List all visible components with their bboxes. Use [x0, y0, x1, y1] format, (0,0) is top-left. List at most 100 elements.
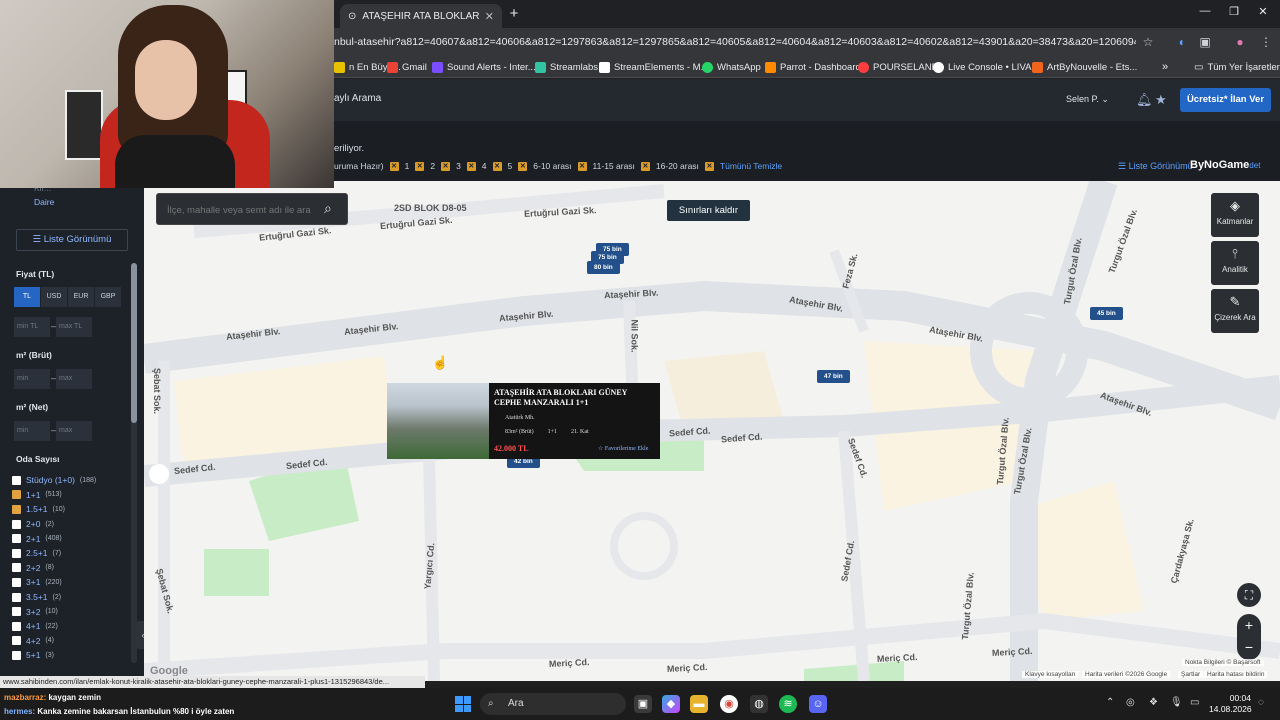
bookmark-item[interactable]: StreamElements - M...	[599, 59, 709, 75]
bookmark-item[interactable]: Gmail	[387, 59, 427, 75]
list-view-button[interactable]: ☰ Liste Görünümü	[16, 229, 128, 251]
taskbar-search[interactable]: ⌕ Ara	[480, 693, 626, 715]
price-min-input[interactable]: min TL	[14, 317, 50, 337]
copilot-icon[interactable]: ◆	[662, 695, 680, 713]
checkbox[interactable]	[12, 636, 21, 646]
remove-bounds-button[interactable]: Sınırları kaldır	[667, 200, 750, 221]
room-option[interactable]: 5+1 (3)	[12, 648, 96, 663]
price-pin[interactable]: 45 bin	[1090, 307, 1123, 320]
currency-eur[interactable]: EUR	[68, 287, 94, 307]
currency-usd[interactable]: USD	[41, 287, 67, 307]
url-field[interactable]: nbul-atasehir?a812=40607&a812=40606&a812…	[334, 32, 1136, 52]
remove-chip-icon[interactable]: ✕	[640, 161, 650, 171]
task-view-icon[interactable]: ▣	[634, 695, 652, 713]
remove-chip-icon[interactable]: ✕	[492, 161, 502, 171]
add-favorite-link[interactable]: ☆ Favorilerime Ekle	[598, 445, 648, 452]
list-view-toggle[interactable]: ☰ Liste Görünümü	[1118, 161, 1193, 172]
bookmark-star-icon[interactable]: ☆	[1140, 34, 1156, 50]
listing-photo[interactable]	[387, 383, 489, 459]
listing-title[interactable]: ATAŞEHİR ATA BLOKLARI GÜNEY CEPHE MANZAR…	[494, 388, 654, 408]
checkbox[interactable]	[12, 563, 21, 573]
browser-menu-icon[interactable]: ⋮	[1258, 34, 1274, 50]
room-option[interactable]: 2+0 (2)	[12, 517, 96, 532]
currency-gbp[interactable]: GBP	[95, 287, 121, 307]
checkbox[interactable]	[12, 534, 21, 544]
property-type-link[interactable]: Daire	[34, 197, 54, 207]
microphone-icon[interactable]: 🎙︎	[1170, 697, 1183, 708]
room-option[interactable]: 1+1 (513)	[12, 488, 96, 503]
remove-chip-icon[interactable]: ✕	[441, 161, 451, 171]
map-canvas[interactable]: 2SD BLOK D8-05 Ertuğrul Gazi Sk. Ertuğru…	[144, 181, 1280, 681]
currency-tl[interactable]: TL	[14, 287, 40, 307]
zoom-in-button[interactable]: +	[1237, 614, 1261, 638]
room-option[interactable]: 2.5+1 (7)	[12, 546, 96, 561]
price-pin[interactable]: 80 bin	[587, 261, 620, 274]
room-option[interactable]: 3+2 (10)	[12, 604, 96, 619]
remove-chip-icon[interactable]: ✕	[704, 161, 714, 171]
terms-link[interactable]: Şartlar	[1178, 671, 1204, 678]
bookmark-item[interactable]: Parrot - Dashboard	[765, 59, 861, 75]
room-option[interactable]: Stüdyo (1+0) (188)	[12, 473, 96, 488]
extensions-puzzle-icon[interactable]: ▣	[1197, 34, 1213, 50]
checkbox-checked[interactable]	[12, 490, 21, 500]
room-option[interactable]: 3.5+1 (2)	[12, 590, 96, 605]
bookmark-item[interactable]: ArtByNouvelle - Ets...	[1032, 59, 1137, 75]
report-map-error-link[interactable]: Harita hatası bildirin	[1204, 671, 1268, 678]
room-option[interactable]: 1.5+1 (10)	[12, 502, 96, 517]
fullscreen-icon[interactable]: ⛶	[1237, 583, 1261, 607]
bookmarks-overflow-button[interactable]: »	[1162, 59, 1168, 75]
clear-all-filters-link[interactable]: Tümünü Temizle	[720, 161, 782, 171]
m2-net-min-input[interactable]: min	[14, 421, 50, 441]
checkbox[interactable]	[12, 607, 21, 617]
map-search-input[interactable]	[167, 202, 317, 218]
discord-icon[interactable]: ☺	[809, 695, 827, 713]
remove-chip-icon[interactable]: ✕	[466, 161, 476, 171]
taskbar-clock[interactable]: 00:04 14.08.2026	[1209, 693, 1252, 715]
minimize-icon[interactable]: —	[1195, 5, 1215, 17]
layers-button[interactable]: ◈ Katmanlar	[1211, 193, 1259, 237]
sidebar-scrollbar-thumb[interactable]	[131, 263, 137, 423]
favorites-star-icon[interactable]: ★	[1155, 92, 1167, 108]
draw-search-button[interactable]: ✎ Çizerek Ara	[1211, 289, 1259, 333]
tray-app-icon[interactable]: ❖	[1149, 697, 1158, 708]
bookmark-item[interactable]: Streamlabs	[535, 59, 598, 75]
room-option[interactable]: 4+2 (4)	[12, 634, 96, 649]
room-option[interactable]: 2+2 (8)	[12, 561, 96, 576]
checkbox[interactable]	[12, 475, 21, 485]
all-bookmarks-folder[interactable]: ▭ Tüm Yer İşaretleri	[1194, 59, 1280, 75]
network-icon[interactable]: ▭	[1190, 697, 1199, 708]
listing-popup[interactable]: ATAŞEHİR ATA BLOKLARI GÜNEY CEPHE MANZAR…	[387, 383, 660, 459]
bookmark-item[interactable]: WhatsApp	[702, 59, 761, 75]
chrome-icon[interactable]: ◉	[720, 695, 738, 713]
checkbox-checked[interactable]	[12, 504, 21, 514]
windows-start-icon[interactable]	[455, 696, 471, 712]
notifications-bell-icon[interactable]: 🔔︎	[1136, 92, 1153, 108]
tray-app-icon[interactable]: ◎	[1126, 697, 1135, 708]
bookmark-item[interactable]: Sound Alerts - Inter...	[432, 59, 536, 75]
tab-close-icon[interactable]: ✕	[485, 10, 494, 23]
browser-tab-active[interactable]: ⊙ ATAŞEHİR ATA BLOKLARI GÜNE ✕	[340, 4, 502, 28]
room-option[interactable]: 4+1 (22)	[12, 619, 96, 634]
room-option[interactable]: 3+1 (220)	[12, 575, 96, 590]
price-max-input[interactable]: max TL	[56, 317, 92, 337]
restore-icon[interactable]: ❐	[1224, 5, 1244, 18]
bookmark-item[interactable]: Live Console • LIVAD	[933, 59, 1038, 75]
checkbox[interactable]	[12, 577, 21, 587]
remove-chip-icon[interactable]: ✕	[415, 161, 425, 171]
post-listing-button[interactable]: Ücretsiz* İlan Ver	[1180, 88, 1271, 112]
profile-avatar-icon[interactable]: ●	[1232, 34, 1248, 50]
spotify-icon[interactable]: ≋	[779, 695, 797, 713]
m2-net-max-input[interactable]: max	[56, 421, 92, 441]
close-window-icon[interactable]: ✕	[1253, 5, 1273, 18]
price-pin[interactable]: 47 bin	[817, 370, 850, 383]
file-explorer-icon[interactable]: ▬	[690, 695, 708, 713]
checkbox[interactable]	[12, 548, 21, 558]
zoom-out-button[interactable]: −	[1237, 636, 1261, 660]
checkbox[interactable]	[12, 621, 21, 631]
room-option[interactable]: 2+1 (408)	[12, 531, 96, 546]
m2-gross-max-input[interactable]: max	[56, 369, 92, 389]
tray-chevron-icon[interactable]: ⌃	[1106, 697, 1114, 708]
search-icon[interactable]: ⌕	[324, 200, 342, 218]
new-tab-button[interactable]: +	[505, 5, 523, 23]
remove-chip-icon[interactable]: ✕	[577, 161, 587, 171]
